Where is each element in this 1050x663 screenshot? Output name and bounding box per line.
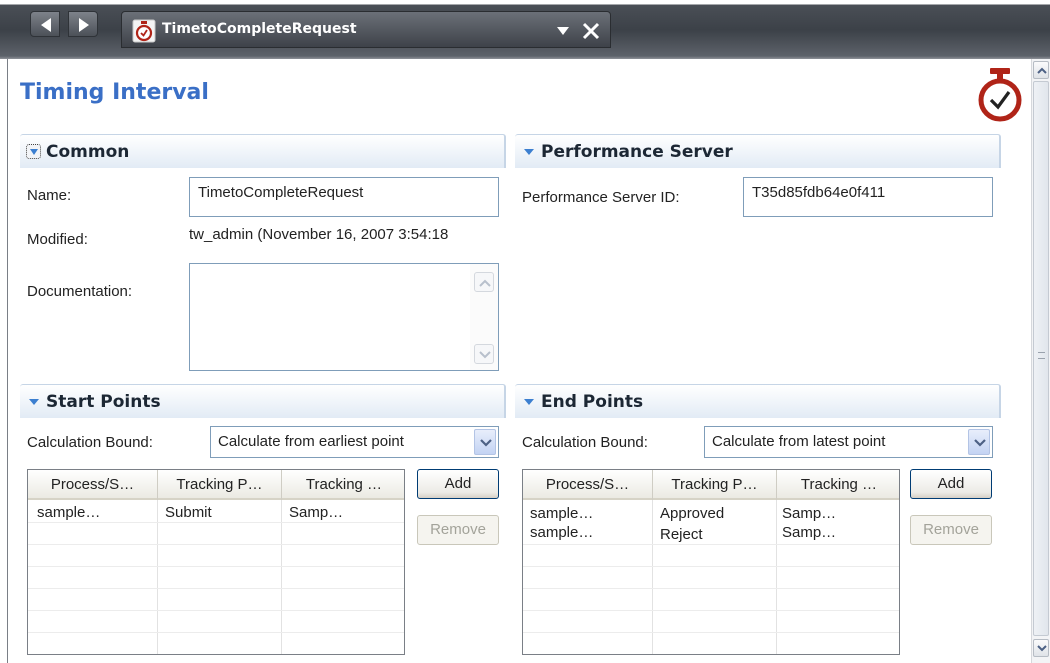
column-header[interactable]: Tracking P… <box>653 470 777 500</box>
section-title: End Points <box>541 392 644 412</box>
chevron-down-icon <box>1037 645 1047 652</box>
table-cell[interactable]: Reject <box>660 526 703 543</box>
section-title: Start Points <box>46 392 161 412</box>
scroll-up-button[interactable] <box>474 272 494 292</box>
end-calculation-bound-label: Calculation Bound: <box>522 434 648 451</box>
table-cell[interactable]: Submit <box>165 504 212 521</box>
scroll-thumb[interactable] <box>1033 81 1049 636</box>
start-add-button[interactable]: Add <box>417 469 499 499</box>
section-title: Common <box>46 142 130 162</box>
back-arrow-icon <box>41 18 51 32</box>
tab-title: TimetoCompleteRequest <box>162 21 357 37</box>
forward-arrow-icon <box>79 18 89 32</box>
editor-tab[interactable]: TimetoCompleteRequest <box>121 11 611 48</box>
end-points-section-header[interactable]: End Points <box>515 384 1001 418</box>
modified-value: tw_admin (November 16, 2007 3:54:18 <box>189 226 449 243</box>
modified-label: Modified: <box>27 231 88 248</box>
dropdown-triangle-icon[interactable] <box>556 26 570 36</box>
selected-value: Calculate from earliest point <box>218 433 404 450</box>
chevron-up-icon <box>479 279 491 287</box>
scroll-down-button[interactable] <box>1033 639 1049 657</box>
table-cell[interactable]: Samp… <box>782 524 836 541</box>
performance-server-id-label: Performance Server ID: <box>522 189 680 206</box>
table-cell[interactable]: sample… <box>37 504 100 521</box>
expand-triangle-icon[interactable] <box>28 398 40 406</box>
column-header[interactable]: Tracking … <box>777 470 899 500</box>
documentation-scrollbar[interactable] <box>470 264 498 370</box>
start-points-table[interactable]: Process/S… Tracking P… Tracking … sample… <box>27 469 405 655</box>
column-header[interactable]: Process/S… <box>28 470 158 500</box>
table-cell[interactable]: Samp… <box>782 505 836 522</box>
end-add-button[interactable]: Add <box>910 469 992 499</box>
table-header: Process/S… Tracking P… Tracking … <box>28 470 404 500</box>
chevron-down-icon[interactable] <box>474 429 496 455</box>
column-header[interactable]: Tracking … <box>282 470 404 500</box>
expand-triangle-icon[interactable] <box>523 398 535 406</box>
chevron-up-icon <box>1037 67 1047 74</box>
back-button[interactable] <box>30 11 60 37</box>
column-header[interactable]: Process/S… <box>523 470 653 500</box>
scroll-down-button[interactable] <box>474 344 494 364</box>
vertical-scrollbar[interactable] <box>1031 59 1050 663</box>
table-cell[interactable]: sample… <box>530 524 593 541</box>
common-section-header[interactable]: Common <box>20 134 506 168</box>
forward-button[interactable] <box>68 11 98 37</box>
scroll-up-button[interactable] <box>1033 61 1049 79</box>
end-calculation-bound-select[interactable]: Calculate from latest point <box>704 426 993 458</box>
column-header[interactable]: Tracking P… <box>158 470 282 500</box>
start-calculation-bound-select[interactable]: Calculate from earliest point <box>210 426 499 458</box>
end-remove-button[interactable]: Remove <box>910 515 992 545</box>
section-title: Performance Server <box>541 142 733 162</box>
end-points-table[interactable]: Process/S… Tracking P… Tracking … sample… <box>522 469 900 655</box>
editor-tab-bar: TimetoCompleteRequest <box>0 0 1050 59</box>
stopwatch-icon <box>132 19 156 43</box>
performance-server-id-field[interactable]: T35d85fdb64e0f411 <box>743 177 993 217</box>
page-title: Timing Interval <box>20 80 209 105</box>
table-header: Process/S… Tracking P… Tracking … <box>523 470 899 500</box>
documentation-label: Documentation: <box>27 283 133 300</box>
expand-triangle-icon[interactable] <box>523 148 535 156</box>
stopwatch-icon <box>978 68 1022 122</box>
collapse-toggle-icon[interactable] <box>26 144 41 159</box>
table-cell[interactable]: Samp… <box>289 504 343 521</box>
table-cell[interactable]: Approved <box>660 505 724 522</box>
performance-server-section-header[interactable]: Performance Server <box>515 134 1001 168</box>
name-label: Name: <box>27 187 72 204</box>
start-remove-button[interactable]: Remove <box>417 515 499 545</box>
start-calculation-bound-label: Calculation Bound: <box>27 434 153 451</box>
chevron-down-icon[interactable] <box>968 429 990 455</box>
name-field[interactable]: TimetoCompleteRequest <box>189 177 499 217</box>
close-icon[interactable] <box>581 21 601 41</box>
table-cell[interactable]: sample… <box>530 505 593 522</box>
chevron-down-icon <box>479 351 491 359</box>
start-points-section-header[interactable]: Start Points <box>20 384 506 418</box>
documentation-textarea[interactable] <box>189 263 499 371</box>
selected-value: Calculate from latest point <box>712 433 886 450</box>
